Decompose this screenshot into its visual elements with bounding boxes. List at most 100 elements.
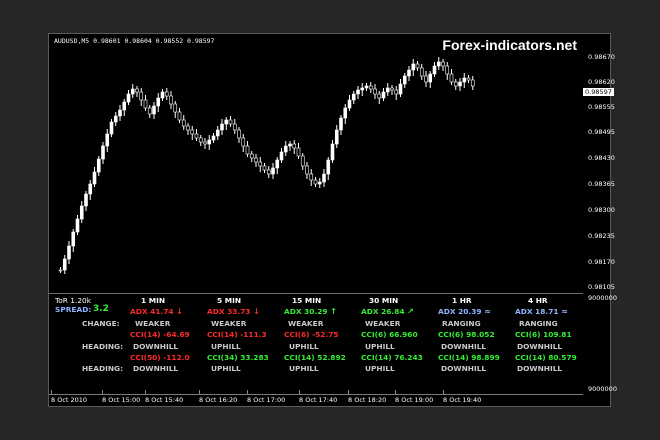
adx-state: WEAKER [211, 319, 247, 328]
candle-body [228, 119, 233, 125]
cci-short-heading: UPHILL [365, 342, 395, 351]
watermark: Forex-indicators.net [442, 37, 577, 53]
candle-body [445, 65, 450, 75]
candle-body [279, 151, 284, 161]
candle-body [135, 88, 139, 93]
tf-name: 1 HR [452, 296, 472, 305]
arrow-down-icon: ↓ [176, 307, 183, 316]
candle-body [258, 161, 263, 167]
candle-body [317, 181, 322, 185]
symbol-quote-line: AUDUSD,M5 0.98601 0.98604 0.98552 0.9859… [54, 37, 215, 45]
candle-body [79, 205, 84, 220]
candle-body [67, 245, 71, 260]
candle-body [241, 137, 246, 147]
candle-body [300, 155, 305, 167]
cci-long-heading: DOWNHILL [133, 364, 179, 373]
price-tick: 0.98170 [588, 258, 615, 266]
price-tick: 0.98555 [588, 103, 615, 111]
candle-body [271, 167, 275, 175]
adx-value: ADX 18.71 ≈ [515, 307, 568, 316]
candle-body [385, 87, 390, 93]
tf-name: 15 MIN [292, 296, 322, 305]
cci-short: CCI(6) 66.960 [361, 330, 418, 339]
cci-long: CCI(14) 76.243 [361, 353, 423, 362]
cci-long: CCI(50) -112.0 [130, 353, 190, 362]
candle-body [203, 141, 207, 145]
candle-body [160, 91, 165, 99]
candle-body [198, 137, 203, 143]
candle-body [169, 95, 173, 105]
candle-body [415, 63, 420, 69]
candle-body [394, 89, 399, 95]
heading-label: HEADING: [82, 342, 124, 351]
pane-separator [49, 293, 583, 294]
spread-value: 3.2 [93, 304, 109, 314]
cci-long: CCI(14) 52.892 [284, 353, 346, 362]
candle-body [428, 73, 433, 83]
candle-body [211, 135, 216, 141]
candle-body [381, 91, 386, 99]
candle-body [173, 103, 178, 113]
candle-body [207, 139, 212, 145]
candle-body [237, 129, 241, 139]
cci-long: CCI(14) 80.579 [515, 353, 577, 362]
candle-body [122, 101, 127, 111]
candle-body [96, 158, 101, 173]
tf-name: 4 HR [528, 296, 548, 305]
indicator-tick: 9000000 [588, 294, 617, 302]
time-tick: 8 Oct 16:20 [199, 390, 238, 404]
candle-body [330, 143, 335, 161]
candle-body [347, 99, 352, 109]
time-tick: 8 Oct 15:40 [145, 390, 184, 404]
candle-body [105, 133, 110, 147]
ranging-icon: ≈ [484, 307, 491, 316]
candle-body [373, 88, 377, 95]
candlestick-chart[interactable] [49, 34, 583, 292]
candle-body [377, 93, 382, 99]
candle-body [411, 63, 416, 71]
time-tick: 8 Oct 17:00 [247, 390, 286, 404]
candle-body [194, 133, 199, 139]
candle-body [262, 165, 267, 171]
cci-long: CCI(34) 33.283 [207, 353, 269, 362]
cci-short: CCI(14) -64.69 [130, 330, 190, 339]
candle-body [283, 145, 288, 153]
tor-label: ToR 1.20k [55, 296, 91, 305]
candle-body [356, 89, 360, 95]
cci-short-heading: UPHILL [289, 342, 319, 351]
adx-value: ADX 33.73 ↓ [207, 307, 260, 316]
candle-body [88, 183, 93, 195]
last-price-label: 0.98597 [583, 88, 614, 96]
adx-value: ADX 30.29 ↑ [284, 307, 337, 316]
price-tick: 0.98235 [588, 232, 615, 240]
candle-body [390, 87, 394, 91]
time-tick: 8 Oct 15:00 [102, 390, 141, 404]
cci-short: CCI(6) 98.052 [438, 330, 495, 339]
candle-body [139, 91, 144, 101]
cci-long-heading: UPHILL [365, 364, 395, 373]
candle-body [152, 105, 156, 115]
price-tick: 0.98495 [588, 128, 615, 136]
cci-long-heading: UPHILL [289, 364, 319, 373]
cci-short: CCI(14) -111.3 [207, 330, 267, 339]
price-tick: 0.98620 [588, 78, 615, 86]
candle-body [441, 61, 445, 67]
ranging-icon: ≈ [561, 307, 568, 316]
candle-body [190, 129, 195, 135]
cci-long-heading: UPHILL [211, 364, 241, 373]
candle-body [343, 107, 348, 119]
candle-body [147, 107, 152, 115]
candle-body [92, 171, 97, 185]
candle-body [249, 153, 254, 159]
adx-state: WEAKER [288, 319, 324, 328]
candle-body [232, 123, 237, 131]
adx-state: WEAKER [365, 319, 401, 328]
candle-body [143, 99, 148, 109]
candle-body [432, 65, 437, 75]
cci-short-heading: DOWNHILL [441, 342, 487, 351]
candle-body [458, 81, 462, 87]
chart-window[interactable]: AUDUSD,M5 0.98601 0.98604 0.98552 0.9859… [48, 33, 617, 407]
candle-body [75, 218, 80, 233]
spread-label: SPREAD: [55, 305, 92, 314]
candle-body [322, 173, 326, 183]
